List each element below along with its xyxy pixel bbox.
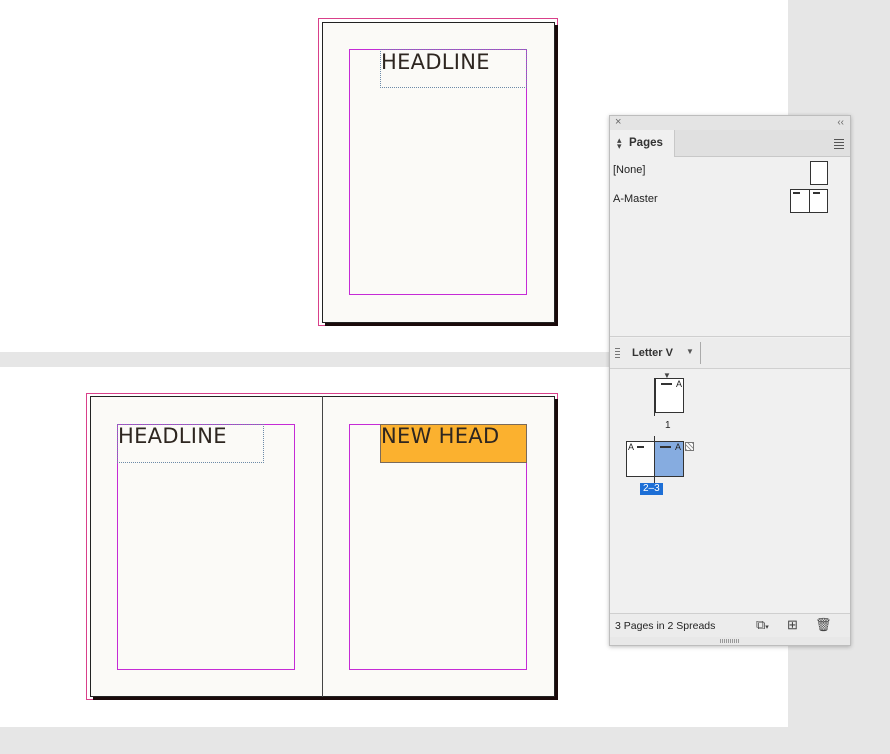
page-size-select[interactable]: Letter V <box>632 347 673 359</box>
page-1-tick <box>654 378 655 416</box>
master-item-a-master[interactable]: A-Master <box>613 193 658 205</box>
edit-page-size-icon[interactable]: ⧉▾ <box>756 618 769 635</box>
master-none-thumbnail[interactable] <box>810 161 828 185</box>
spread-2-3-label[interactable]: 2–3 <box>640 483 663 495</box>
thumb-bar <box>660 446 671 448</box>
status-text: 3 Pages in 2 Spreads <box>615 620 716 632</box>
page-3-thumbnail[interactable]: A <box>654 441 684 477</box>
grip-icon[interactable] <box>615 348 620 360</box>
pages-panel: × ‹‹ ▴ ▾ Pages [None] A-Master Letter V ▼… <box>609 115 851 646</box>
tab-updown-icon: ▴ ▾ <box>617 135 622 151</box>
thumb-spine <box>809 190 810 212</box>
master-item-none[interactable]: [None] <box>613 164 645 176</box>
page-size-bar: Letter V ▼ <box>610 338 850 369</box>
trash-icon[interactable]: 🗑 <box>815 618 832 632</box>
thumb-bar <box>661 383 672 385</box>
spread-shadow <box>93 697 558 700</box>
new-page-icon[interactable]: ⊞ <box>787 618 798 632</box>
headline-text[interactable]: HEADLINE <box>381 50 490 74</box>
page-1-number[interactable]: 1 <box>665 420 671 431</box>
panel-menu-icon[interactable] <box>834 139 844 151</box>
separator <box>700 342 701 364</box>
spread-spine-tick <box>654 436 655 488</box>
masters-divider[interactable] <box>610 336 850 337</box>
thumb-bar <box>637 446 644 448</box>
close-icon[interactable]: × <box>615 116 621 129</box>
a-master-thumbnail[interactable] <box>790 189 828 213</box>
collapse-icon[interactable]: ‹‹ <box>837 116 844 129</box>
page-override-icon <box>685 442 694 451</box>
resize-grip-icon[interactable] <box>720 639 740 643</box>
new-head-text[interactable]: NEW HEAD <box>381 424 499 448</box>
panel-resize-handle[interactable] <box>610 637 850 645</box>
master-letter: A <box>675 442 682 452</box>
headline-text-left[interactable]: HEADLINE <box>118 424 227 448</box>
master-letter: A <box>676 379 683 389</box>
spread-spine <box>322 396 323 697</box>
panel-tab-bar: ▴ ▾ Pages <box>610 130 850 157</box>
thumb-bar <box>813 192 820 194</box>
page-1-thumbnail[interactable]: A <box>655 378 684 413</box>
tab-pages-label: Pages <box>629 137 663 149</box>
page-2-thumbnail[interactable]: A <box>626 441 655 477</box>
tab-pages[interactable]: ▴ ▾ Pages <box>610 130 675 157</box>
master-letter: A <box>628 442 635 452</box>
panel-footer: 3 Pages in 2 Spreads ⧉▾ ⊞ 🗑 <box>610 613 850 638</box>
panel-title-bar[interactable]: × ‹‹ <box>610 116 850 131</box>
chevron-down-icon[interactable]: ▼ <box>686 347 694 356</box>
thumb-bar <box>793 192 800 194</box>
